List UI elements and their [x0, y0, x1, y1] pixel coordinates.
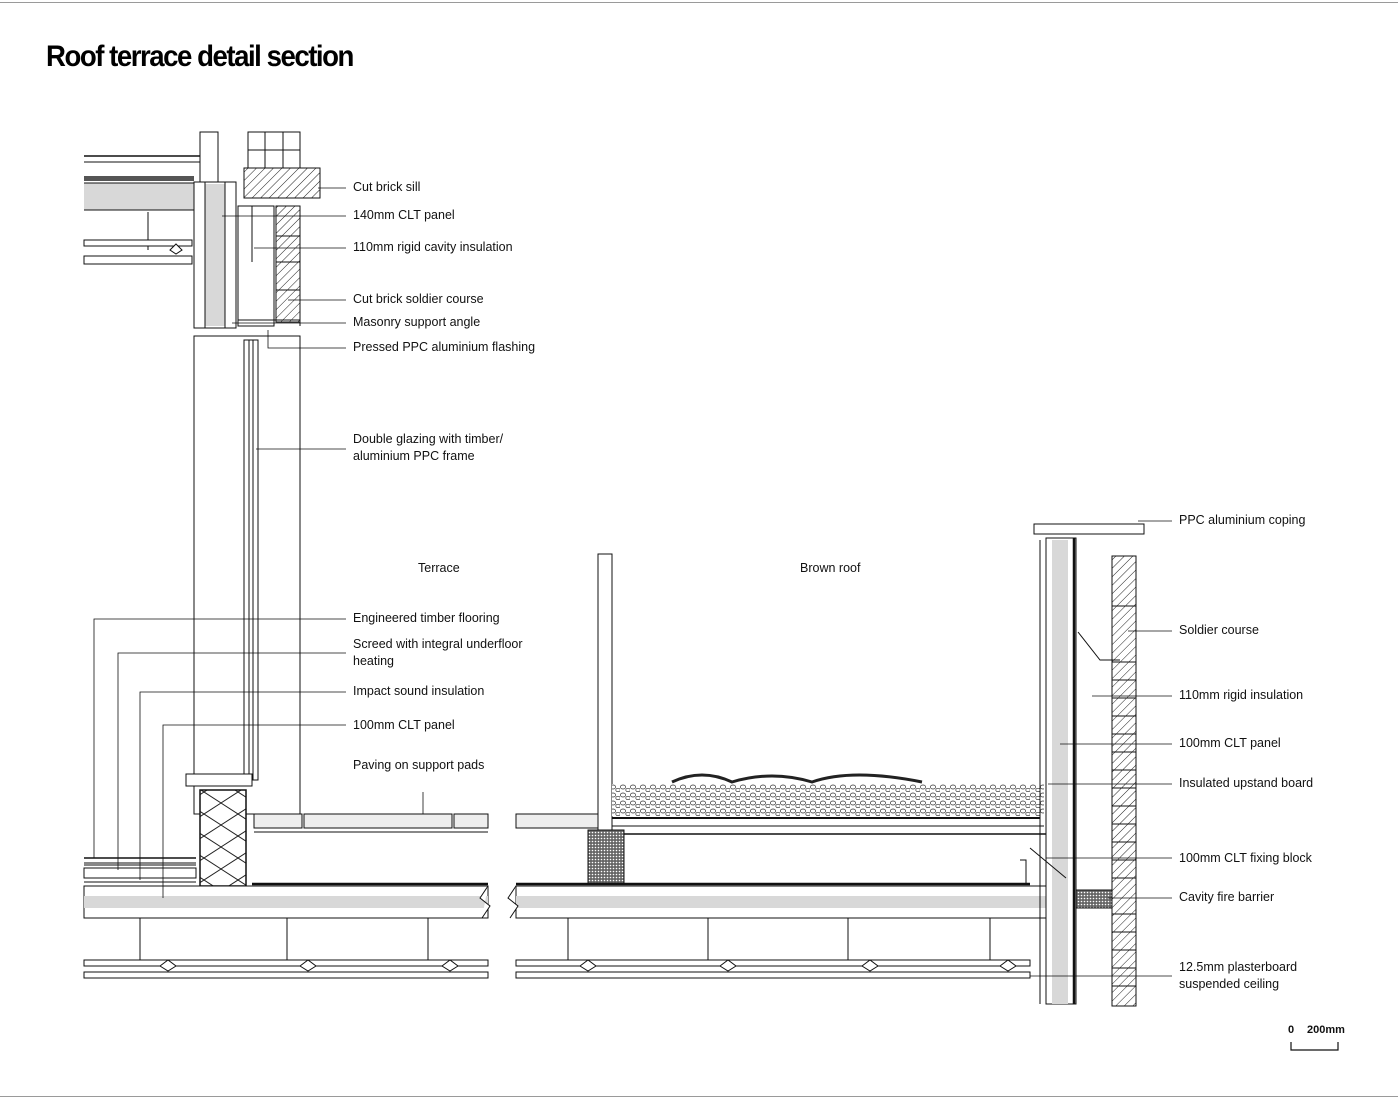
label-screed: Screed with integral underfloor heating — [353, 637, 523, 668]
label-cut-brick-soldier-course: Cut brick soldier course — [353, 292, 484, 306]
zone-brown-roof: Brown roof — [800, 561, 861, 575]
zone-terrace: Terrace — [418, 561, 460, 575]
label-clt-panel-100-right: 100mm CLT panel — [1179, 736, 1281, 750]
label-soldier-course: Soldier course — [1179, 623, 1259, 637]
scale-length: 200mm — [1307, 1024, 1345, 1036]
brown-roof-buildup — [507, 553, 1073, 979]
label-pressed-flashing: Pressed PPC aluminium flashing — [353, 340, 536, 354]
label-clt-panel-100-left: 100mm CLT panel — [353, 718, 455, 732]
label-clt-fixing-block: 100mm CLT fixing block — [1179, 851, 1312, 865]
label-upstand-board: Insulated upstand board — [1179, 776, 1314, 790]
label-paving: Paving on support pads — [353, 758, 485, 772]
section-drawing — [83, 131, 1339, 1051]
label-rigid-insulation: 110mm rigid insulation — [1179, 688, 1304, 702]
label-timber-flooring: Engineered timber flooring — [353, 611, 500, 625]
label-cut-brick-sill: Cut brick sill — [353, 180, 421, 194]
scale-bar — [1290, 1042, 1339, 1051]
parapet-wall — [1020, 523, 1145, 1007]
terrace-floor-buildup — [83, 813, 491, 979]
label-impact-sound: Impact sound insulation — [353, 684, 485, 698]
label-coping: PPC aluminium coping — [1179, 513, 1306, 527]
scale-zero: 0 — [1288, 1024, 1295, 1036]
label-double-glazing: Double glazing with timber/ aluminium PP… — [353, 432, 504, 463]
label-clt-panel-140: 140mm CLT panel — [353, 208, 455, 222]
left-wall-window — [185, 131, 321, 887]
upper-floor-slab — [83, 155, 205, 265]
label-rigid-cavity-insulation: 110mm rigid cavity insulation — [353, 240, 513, 254]
label-masonry-support-angle: Masonry support angle — [353, 315, 481, 329]
label-cavity-fire-barrier: Cavity fire barrier — [1179, 890, 1275, 904]
label-plasterboard-ceiling: 12.5mm plasterboard suspended ceiling — [1179, 960, 1298, 991]
